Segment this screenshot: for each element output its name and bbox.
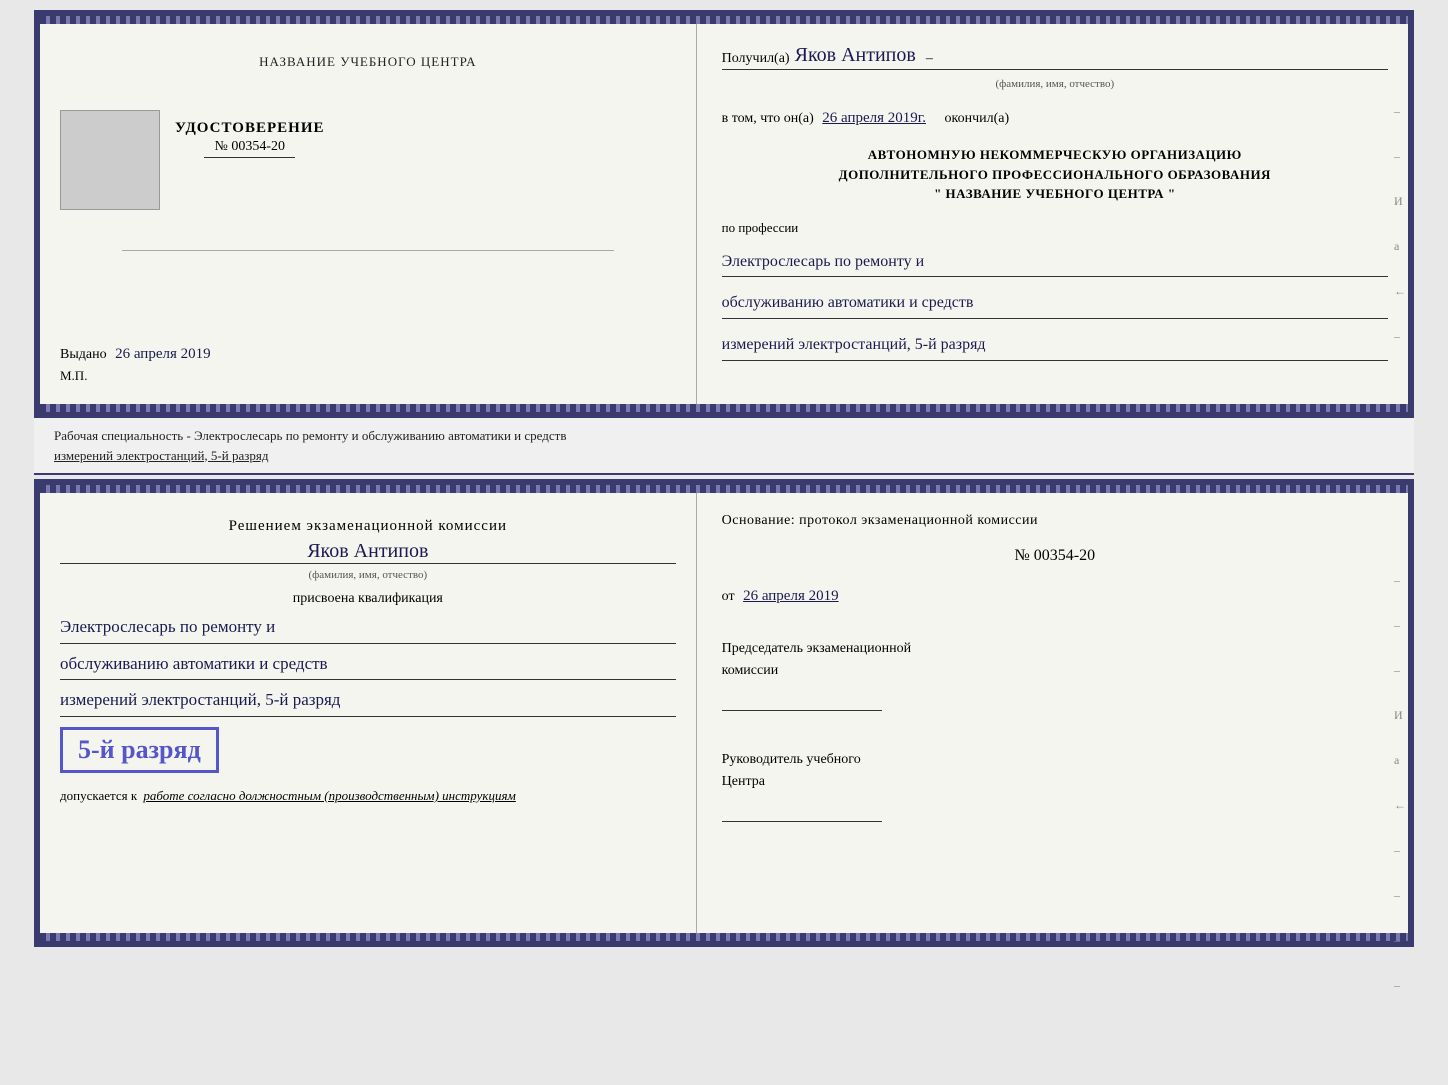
side-mark-dash-b2: – — [1394, 618, 1406, 633]
separator-line2: измерений электростанций, 5-й разряд — [54, 446, 1394, 466]
predsedatel-signature — [722, 691, 882, 711]
org-line2: ДОПОЛНИТЕЛЬНОГО ПРОФЕССИОНАЛЬНОГО ОБРАЗО… — [722, 165, 1388, 185]
top-doc-left: НАЗВАНИЕ УЧЕБНОГО ЦЕНТРА УДОСТОВЕРЕНИЕ №… — [40, 24, 697, 404]
side-mark-dash-b5: – — [1394, 888, 1406, 903]
udostoverenie-number: № 00354-20 — [204, 137, 295, 158]
fio-subtitle-bottom: (фамилия, имя, отчество) — [60, 569, 676, 581]
org-block: АВТОНОМНУЮ НЕКОММЕРЧЕСКУЮ ОРГАНИЗАЦИЮ ДО… — [722, 145, 1388, 204]
prisvoena-line: присвоена квалификация — [60, 591, 676, 607]
bottom-border-pattern-top — [40, 404, 1408, 412]
predsedatel-line2: комиссии — [722, 660, 1388, 682]
bottom-name: Яков Антипов — [60, 540, 676, 564]
mp-label: М.П. — [60, 368, 676, 384]
vtom-prefix: в том, что он(а) — [722, 111, 814, 126]
protocol-number: № 00354-20 — [722, 547, 1388, 565]
side-mark-i-b: И — [1394, 708, 1406, 723]
side-mark-i: И — [1394, 194, 1406, 209]
top-border-pattern — [40, 16, 1408, 24]
dopuskaetsya-label: допускается к — [60, 788, 137, 803]
side-mark-a: а — [1394, 239, 1406, 254]
profession-line3: измерений электростанций, 5-й разряд — [722, 331, 1388, 361]
qual-line3: измерений электростанций, 5-й разряд — [60, 685, 676, 717]
poluchil-container: Получил(а) Яков Антипов – — [722, 44, 1388, 70]
side-mark-arrow: ← — [1394, 284, 1406, 299]
side-mark-a-b: а — [1394, 753, 1406, 768]
poluchil-label: Получил(а) — [722, 51, 790, 67]
org-line1: АВТОНОМНУЮ НЕКОММЕРЧЕСКУЮ ОРГАНИЗАЦИЮ — [722, 145, 1388, 165]
vtom-line: в том, что он(а) 26 апреля 2019г. окончи… — [722, 110, 1388, 127]
ot-label: от — [722, 589, 735, 604]
predsedatel-line1: Председатель экзаменационной — [722, 638, 1388, 660]
stamp-placeholder — [60, 110, 160, 210]
rukovoditel-block: Руководитель учебного Центра — [722, 749, 1388, 822]
vydano-label: Выдано — [60, 347, 107, 362]
qual-line2: обслуживанию автоматики и средств — [60, 649, 676, 681]
top-doc-right: Получил(а) Яков Антипов – (фамилия, имя,… — [697, 24, 1408, 404]
rukovoditel-line2: Центра — [722, 771, 1388, 793]
top-border-pattern-bottom — [40, 485, 1408, 493]
side-mark-dash-b3: – — [1394, 663, 1406, 678]
bottom-doc-left: Решением экзаменационной комиссии Яков А… — [40, 493, 697, 933]
poluchil-name: Яков Антипов — [795, 44, 916, 67]
rukovoditel-signature — [722, 802, 882, 822]
vydano-date: 26 апреля 2019 — [115, 346, 211, 362]
side-mark-dash3: – — [1394, 329, 1406, 344]
vydano-line: Выдано 26 апреля 2019 — [60, 346, 676, 363]
udostoverenie-title: УДОСТОВЕРЕНИЕ — [175, 120, 325, 137]
org-line3: " НАЗВАНИЕ УЧЕБНОГО ЦЕНТРА " — [722, 184, 1388, 204]
osnovanie-title: Основание: протокол экзаменационной коми… — [722, 513, 1388, 529]
udostoverenie-block: УДОСТОВЕРЕНИЕ № 00354-20 — [175, 120, 325, 158]
dash1: – — [926, 51, 933, 67]
bottom-doc-right: Основание: протокол экзаменационной коми… — [697, 493, 1408, 933]
dopuskaetsya-block: допускается к работе согласно должностны… — [60, 788, 676, 804]
po-professii-label: по профессии — [722, 220, 1388, 236]
side-mark-dash-b7: – — [1394, 978, 1406, 993]
vtom-date: 26 апреля 2019г. — [822, 110, 926, 126]
dopusk-text: работе согласно должностным (производств… — [143, 788, 515, 803]
side-marks-top: – – И а ← – — [1394, 104, 1406, 344]
top-document: НАЗВАНИЕ УЧЕБНОГО ЦЕНТРА УДОСТОВЕРЕНИЕ №… — [34, 10, 1414, 418]
resheniem-title: Решением экзаменационной комиссии — [60, 518, 676, 535]
ot-line: от 26 апреля 2019 — [722, 588, 1388, 605]
rukovoditel-line1: Руководитель учебного — [722, 749, 1388, 771]
fio-subtitle-top: (фамилия, имя, отчество) — [722, 78, 1388, 90]
razryad-badge: 5-й разряд — [60, 727, 219, 773]
ot-date: 26 апреля 2019 — [743, 588, 839, 604]
profession-line1: Электрослесарь по ремонту и — [722, 248, 1388, 278]
side-mark-dash-b6: – — [1394, 933, 1406, 948]
side-mark-dash-b4: – — [1394, 843, 1406, 858]
separator-block: Рабочая специальность - Электрослесарь п… — [34, 418, 1414, 475]
bottom-border-pattern-bottom — [40, 933, 1408, 941]
side-mark-dash1: – — [1394, 104, 1406, 119]
qual-line1: Электрослесарь по ремонту и — [60, 612, 676, 644]
top-left-title: НАЗВАНИЕ УЧЕБНОГО ЦЕНТРА — [259, 54, 476, 70]
side-mark-arrow-b: ← — [1394, 798, 1406, 813]
side-marks-bottom: – – – И а ← – – – – — [1394, 573, 1406, 993]
separator-line1: Рабочая специальность - Электрослесарь п… — [54, 426, 1394, 446]
side-mark-dash-b1: – — [1394, 573, 1406, 588]
bottom-document: Решением экзаменационной комиссии Яков А… — [34, 479, 1414, 947]
side-mark-dash2: – — [1394, 149, 1406, 164]
profession-line2: обслуживанию автоматики и средств — [722, 289, 1388, 319]
okonchil-label: окончил(а) — [945, 111, 1010, 126]
predsedatel-block: Председатель экзаменационной комиссии — [722, 638, 1388, 711]
